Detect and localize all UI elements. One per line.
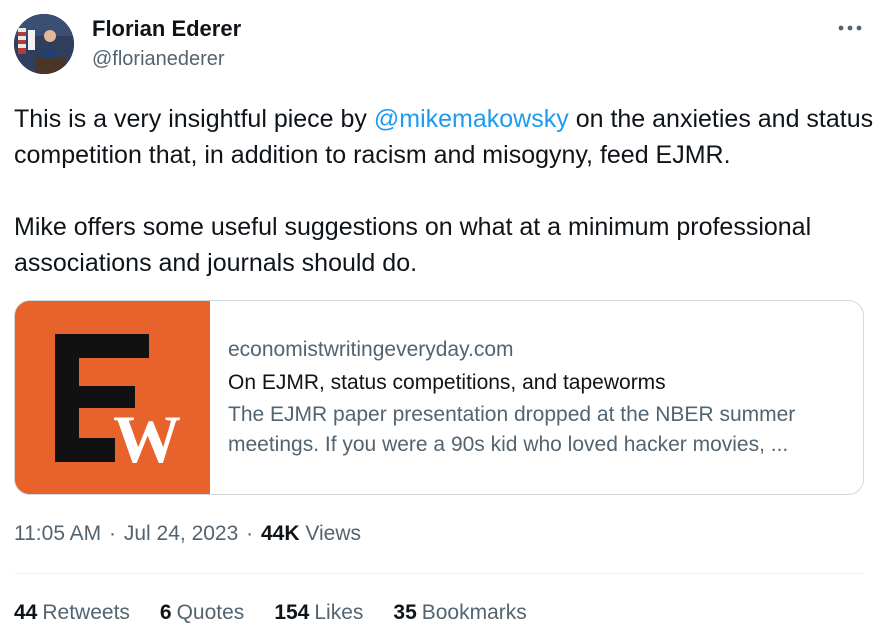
- meta-separator: ·: [109, 522, 117, 545]
- views-label: Views: [305, 522, 361, 545]
- card-description: The EJMR paper presentation dropped at t…: [228, 403, 796, 456]
- retweets-count: 44: [14, 601, 38, 624]
- quotes-count: 6: [159, 601, 172, 624]
- retweets-stat[interactable]: 44 Retweets: [14, 599, 130, 627]
- author-name[interactable]: Florian Ederer: [92, 16, 241, 42]
- mention-link[interactable]: @mikemakowsky: [374, 105, 569, 133]
- more-options-button[interactable]: [834, 14, 866, 42]
- tweet-text-start: This is a very insightful piece by: [14, 105, 374, 133]
- views-count: 44K: [260, 522, 300, 545]
- card-domain: economistwritingeveryday.com: [228, 338, 514, 361]
- author-handle[interactable]: @florianederer: [92, 47, 225, 71]
- bookmarks-label: Bookmarks: [421, 601, 527, 624]
- likes-stat[interactable]: 154 Likes: [274, 599, 363, 627]
- card-info: economistwritingeveryday.com On EJMR, st…: [210, 301, 863, 494]
- more-horizontal-icon: [838, 25, 862, 31]
- tweet-paragraph-2: Mike offers some useful suggestions on w…: [14, 213, 812, 277]
- tweet-container: Florian Ederer @florianederer This is a …: [0, 0, 888, 643]
- avatar-photo: [14, 14, 74, 74]
- author-avatar[interactable]: [14, 14, 74, 74]
- bookmarks-count: 35: [393, 601, 417, 624]
- likes-label: Likes: [314, 601, 364, 624]
- card-title: On EJMR, status competitions, and tapewo…: [228, 371, 666, 394]
- tweet-time[interactable]: 11:05 AM: [14, 522, 101, 545]
- meta-separator: ·: [246, 522, 254, 545]
- card-thumbnail: W: [15, 301, 210, 494]
- divider: [14, 573, 864, 574]
- likes-count: 154: [274, 601, 310, 624]
- ew-logo-icon: W: [15, 301, 210, 494]
- tweet-paragraph-1: This is a very insightful piece by @mike…: [14, 101, 874, 173]
- tweet-date[interactable]: Jul 24, 2023: [124, 522, 238, 545]
- bookmarks-stat[interactable]: 35 Bookmarks: [393, 599, 526, 627]
- quotes-stat[interactable]: 6 Quotes: [160, 599, 244, 627]
- engagement-stats: 44 Retweets 6 Quotes 154 Likes 35 Bookmarks: [14, 599, 557, 627]
- tweet-text: This is a very insightful piece by @mike…: [14, 101, 874, 281]
- quotes-label: Quotes: [176, 601, 245, 624]
- retweets-label: Retweets: [42, 601, 130, 624]
- link-preview-card[interactable]: W economistwritingeveryday.com On EJMR, …: [14, 300, 864, 495]
- svg-text:W: W: [113, 401, 181, 477]
- tweet-meta: 11:05 AM · Jul 24, 2023 · 44K Views: [14, 520, 361, 548]
